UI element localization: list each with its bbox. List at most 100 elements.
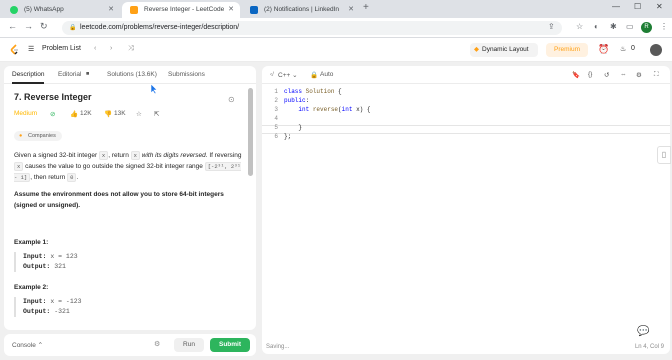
share-icon[interactable]: ⇪ (548, 22, 555, 31)
code-line: }; (284, 133, 292, 140)
user-avatar[interactable] (650, 44, 662, 56)
line-number: 2 (274, 97, 278, 104)
companies-label: Companies (28, 133, 56, 139)
tab-description[interactable]: Description (12, 71, 45, 78)
desc-text: causes the value to go outside the signe… (23, 163, 205, 170)
output-value: 321 (54, 263, 66, 270)
line-number: 6 (274, 133, 278, 140)
tab-linkedin[interactable]: (2) Notifications | LinkedIn ✕ (242, 2, 360, 18)
code-editor-panel: ‹/ C++ ⌄ 🔒 Auto 🔖 {} ↺ ⇔ ⚙ ⛶ 1 class Sol… (262, 66, 670, 354)
shortcut-icon[interactable]: ⇔ (620, 71, 627, 78)
code-editor[interactable]: 1 class Solution { 2 public: 3 int rever… (262, 86, 670, 336)
line-number: 5 (274, 124, 278, 131)
new-tab-button[interactable]: + (363, 2, 369, 13)
lock-icon: 🔒 (310, 72, 319, 79)
language-select[interactable]: C++ ⌄ (278, 71, 298, 79)
run-button[interactable]: Run (174, 338, 204, 352)
line-number: 1 (274, 88, 278, 95)
reload-icon[interactable]: ↻ (40, 21, 48, 32)
chevron-down-icon: ⌄ (292, 72, 298, 79)
menu-dots-icon[interactable]: ⋮ (660, 22, 668, 31)
dislike-icon[interactable]: 👎 (104, 110, 112, 118)
like-icon[interactable]: 👍 (70, 110, 78, 118)
next-problem-icon[interactable]: › (110, 45, 112, 52)
notes-side-icon[interactable]: ▯ (657, 146, 671, 164)
tab-editorial[interactable]: Editorial (58, 71, 81, 78)
feedback-chat-icon[interactable]: 💬 (637, 326, 649, 337)
close-icon[interactable]: ✕ (108, 2, 114, 18)
premium-button[interactable]: Premium (546, 43, 588, 57)
url-text: leetcode.com/problems/reverse-integer/de… (80, 24, 240, 31)
tab-whatsapp[interactable]: (5) WhatsApp ✕ (2, 2, 120, 18)
language-label: C++ (278, 72, 291, 79)
lock-icon: ● (19, 133, 23, 139)
layout-icon: ◆ (474, 46, 479, 53)
bookmark-star-icon[interactable]: ☆ (576, 22, 583, 31)
console-toggle[interactable]: Console ⌃ (12, 341, 43, 349)
scrollbar[interactable] (248, 88, 253, 176)
desc-text: . If reversing (205, 152, 242, 159)
output-label: Output: (23, 263, 51, 270)
sidebar-icon[interactable]: ▭ (626, 22, 634, 31)
forward-icon[interactable]: → (24, 21, 33, 31)
leetcode-logo-icon[interactable] (10, 44, 20, 56)
address-bar-row: ← → ↻ 🔒 leetcode.com/problems/reverse-in… (0, 18, 672, 38)
problem-list-link[interactable]: Problem List (42, 45, 81, 52)
problem-title: 7. Reverse Integer (14, 92, 92, 102)
code-x: x (130, 151, 140, 160)
extension-icon[interactable]: ◐ (594, 22, 599, 31)
dynamic-layout-button[interactable]: ◆ Dynamic Layout (470, 43, 538, 57)
close-icon[interactable]: ✕ (348, 2, 354, 18)
puzzle-icon[interactable]: ✱ (610, 22, 617, 31)
dynamic-layout-label: Dynamic Layout (482, 46, 529, 53)
input-label: Input: (23, 253, 47, 260)
prev-problem-icon[interactable]: ‹ (94, 45, 96, 52)
url-input[interactable]: 🔒 leetcode.com/problems/reverse-integer/… (62, 21, 562, 35)
auto-mode[interactable]: Auto (320, 71, 333, 78)
minimize-button[interactable]: — (612, 2, 620, 11)
desc-text: , then return (30, 174, 68, 181)
problem-description: Given a signed 32-bit integer x, return … (14, 150, 242, 183)
bookmark-icon[interactable]: 🔖 (572, 71, 580, 79)
companies-tag[interactable]: ● Companies (14, 131, 62, 141)
settings-gear-icon[interactable]: ⚙ (154, 340, 160, 348)
submit-button[interactable]: Submit (210, 338, 250, 352)
tab-title: (5) WhatsApp (24, 6, 64, 13)
editor-toolbar: ‹/ C++ ⌄ 🔒 Auto 🔖 {} ↺ ⇔ ⚙ ⛶ (262, 66, 670, 84)
profile-avatar[interactable]: R (641, 22, 652, 33)
shuffle-icon[interactable]: ⤨ (128, 45, 134, 53)
alarm-clock-icon[interactable]: ⏰ (598, 44, 609, 55)
leetcode-icon (130, 6, 138, 14)
share-icon[interactable]: ⇱ (154, 110, 159, 118)
save-status: Saving... (266, 344, 290, 350)
chevron-up-icon: ⌃ (37, 342, 44, 349)
reset-icon[interactable]: ↺ (604, 71, 609, 79)
maximize-button[interactable]: ☐ (634, 2, 641, 11)
desc-text: Given a signed 32-bit integer (14, 152, 99, 159)
difficulty-badge: Medium (14, 110, 38, 117)
input-value: x = 123 (50, 253, 78, 260)
input-label: Input: (23, 298, 47, 305)
like-count: 12K (80, 110, 92, 117)
fullscreen-icon[interactable]: ⛶ (654, 71, 659, 79)
streak-fire-icon[interactable]: ♨ (620, 45, 626, 53)
back-icon[interactable]: ← (8, 21, 17, 31)
line-number: 3 (274, 106, 278, 113)
editor-settings-icon[interactable]: ⚙ (636, 71, 642, 79)
linkedin-icon (250, 6, 258, 14)
close-icon[interactable]: ✕ (228, 2, 234, 18)
close-window-button[interactable]: ✕ (656, 2, 663, 11)
code-zero: 0 (67, 173, 77, 182)
tab-solutions[interactable]: Solutions (13.6K) (107, 71, 157, 78)
mouse-cursor-icon (150, 83, 158, 95)
example-2-box: Input: x = -123 Output: -321 (14, 297, 242, 317)
tab-leetcode[interactable]: Reverse Integer - LeetCode ✕ (122, 2, 240, 18)
video-icon: ■ (86, 71, 90, 77)
list-icon[interactable]: ☰ (28, 45, 34, 53)
braces-icon[interactable]: {} (588, 71, 592, 78)
tab-submissions[interactable]: Submissions (168, 71, 205, 78)
favorite-star-icon[interactable]: ☆ (136, 110, 142, 118)
code-line: int reverse(int x) { (298, 106, 371, 113)
example-1-title: Example 1: (14, 239, 49, 246)
desc-italic: with its digits reversed (139, 152, 206, 159)
